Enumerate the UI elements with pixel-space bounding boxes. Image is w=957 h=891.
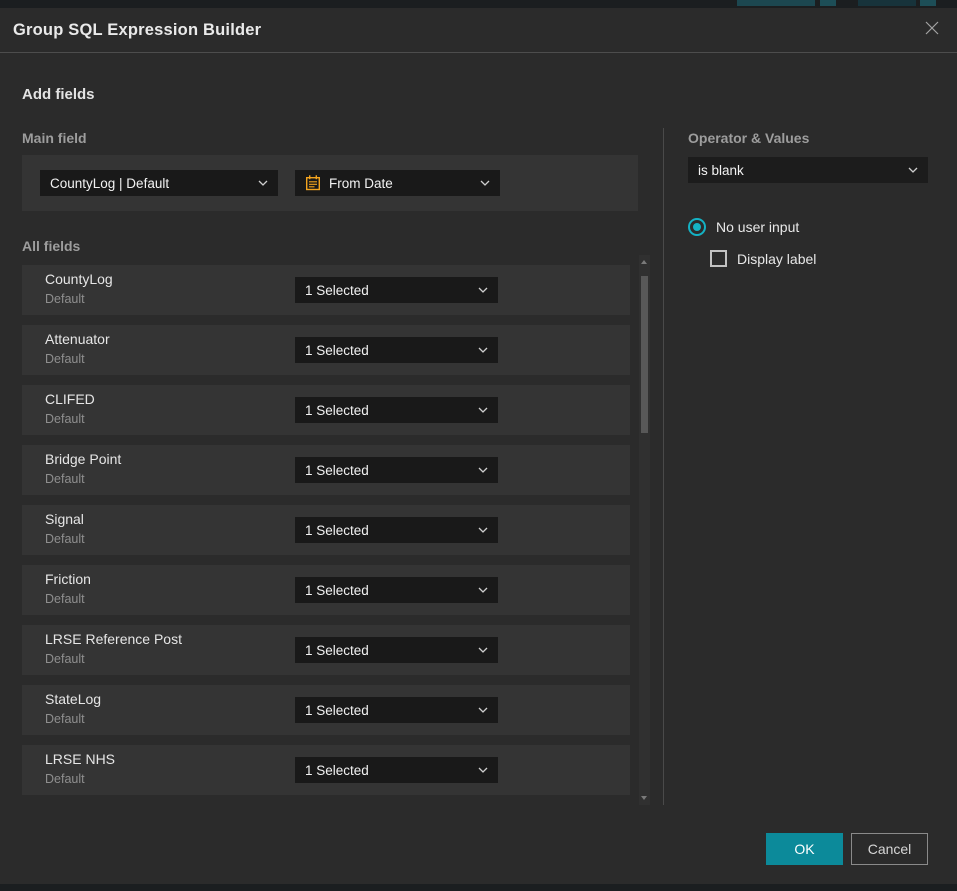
main-field-field-value: From Date (329, 176, 393, 191)
field-row-clifed: CLIFED Default 1 Selected (22, 385, 630, 435)
background-app-fragment (858, 0, 916, 6)
field-subtitle: Default (45, 772, 85, 786)
no-user-input-radio-row[interactable]: No user input (688, 218, 799, 236)
chevron-down-icon (478, 587, 488, 593)
field-subtitle: Default (45, 292, 85, 306)
background-app-fragment (737, 0, 815, 6)
all-fields-label: All fields (22, 238, 80, 254)
field-name: LRSE Reference Post (45, 631, 182, 647)
calendar-icon (305, 175, 321, 191)
chevron-down-icon (478, 767, 488, 773)
field-name: Friction (45, 571, 91, 587)
field-selection-value: 1 Selected (305, 763, 369, 778)
field-selection-value: 1 Selected (305, 283, 369, 298)
radio-selected-icon[interactable] (688, 218, 706, 236)
fields-list-scrollbar[interactable] (639, 255, 650, 805)
close-button[interactable] (923, 21, 941, 39)
main-field-source-dropdown[interactable]: CountyLog | Default (40, 170, 278, 196)
field-row-statelog: StateLog Default 1 Selected (22, 685, 630, 735)
operator-dropdown[interactable]: is blank (688, 157, 928, 183)
chevron-down-icon (478, 527, 488, 533)
field-subtitle: Default (45, 532, 85, 546)
cancel-button[interactable]: Cancel (851, 833, 928, 865)
close-icon (924, 20, 940, 41)
checkbox-unchecked-icon[interactable] (710, 250, 727, 267)
main-field-field-dropdown[interactable]: From Date (295, 170, 500, 196)
field-selection-value: 1 Selected (305, 403, 369, 418)
field-name: StateLog (45, 691, 101, 707)
group-sql-expression-builder-dialog: Group SQL Expression Builder Add fields … (0, 8, 957, 884)
field-selection-value: 1 Selected (305, 703, 369, 718)
field-selection-dropdown[interactable]: 1 Selected (295, 337, 498, 363)
field-selection-value: 1 Selected (305, 463, 369, 478)
main-field-panel: CountyLog | Default From Date (22, 155, 638, 211)
main-field-source-value: CountyLog | Default (50, 176, 169, 191)
field-row-lrse-nhs: LRSE NHS Default 1 Selected (22, 745, 630, 795)
chevron-down-icon (478, 287, 488, 293)
field-row-signal: Signal Default 1 Selected (22, 505, 630, 555)
field-subtitle: Default (45, 712, 85, 726)
chevron-down-icon (478, 707, 488, 713)
field-row-countylog: CountyLog Default 1 Selected (22, 265, 630, 315)
field-row-attenuator: Attenuator Default 1 Selected (22, 325, 630, 375)
main-field-label: Main field (22, 130, 87, 146)
field-selection-dropdown[interactable]: 1 Selected (295, 577, 498, 603)
chevron-down-icon (478, 467, 488, 473)
scrollbar-up-arrow-icon[interactable] (641, 260, 647, 264)
operator-value: is blank (698, 163, 744, 178)
field-subtitle: Default (45, 352, 85, 366)
scrollbar-thumb[interactable] (641, 276, 648, 433)
field-name: LRSE NHS (45, 751, 115, 767)
field-selection-dropdown[interactable]: 1 Selected (295, 517, 498, 543)
chevron-down-icon (478, 407, 488, 413)
background-app-fragment (820, 0, 836, 6)
field-name: CountyLog (45, 271, 113, 287)
field-row-bridge-point: Bridge Point Default 1 Selected (22, 445, 630, 495)
field-selection-dropdown[interactable]: 1 Selected (295, 397, 498, 423)
field-selection-value: 1 Selected (305, 523, 369, 538)
field-name: Bridge Point (45, 451, 121, 467)
field-selection-dropdown[interactable]: 1 Selected (295, 757, 498, 783)
chevron-down-icon (258, 180, 268, 186)
operator-values-label: Operator & Values (688, 130, 809, 146)
field-subtitle: Default (45, 472, 85, 486)
chevron-down-icon (908, 167, 918, 173)
dialog-titlebar: Group SQL Expression Builder (0, 8, 957, 53)
field-selection-dropdown[interactable]: 1 Selected (295, 697, 498, 723)
field-selection-dropdown[interactable]: 1 Selected (295, 637, 498, 663)
chevron-down-icon (478, 347, 488, 353)
field-name: Attenuator (45, 331, 110, 347)
field-name: Signal (45, 511, 84, 527)
scrollbar-down-arrow-icon[interactable] (641, 796, 647, 800)
display-label-checkbox-row[interactable]: Display label (710, 250, 816, 267)
field-subtitle: Default (45, 412, 85, 426)
background-app-fragment (920, 0, 936, 6)
chevron-down-icon (478, 647, 488, 653)
ok-button[interactable]: OK (766, 833, 843, 865)
no-user-input-label: No user input (716, 219, 799, 235)
add-fields-heading: Add fields (22, 86, 95, 103)
chevron-down-icon (480, 180, 490, 186)
panel-divider (663, 128, 664, 805)
field-selection-value: 1 Selected (305, 583, 369, 598)
field-selection-value: 1 Selected (305, 343, 369, 358)
dialog-title: Group SQL Expression Builder (13, 8, 261, 52)
field-subtitle: Default (45, 592, 85, 606)
field-subtitle: Default (45, 652, 85, 666)
field-selection-dropdown[interactable]: 1 Selected (295, 457, 498, 483)
field-name: CLIFED (45, 391, 95, 407)
field-row-lrse-reference-post: LRSE Reference Post Default 1 Selected (22, 625, 630, 675)
field-selection-dropdown[interactable]: 1 Selected (295, 277, 498, 303)
field-row-friction: Friction Default 1 Selected (22, 565, 630, 615)
field-selection-value: 1 Selected (305, 643, 369, 658)
display-label-label: Display label (737, 251, 816, 267)
